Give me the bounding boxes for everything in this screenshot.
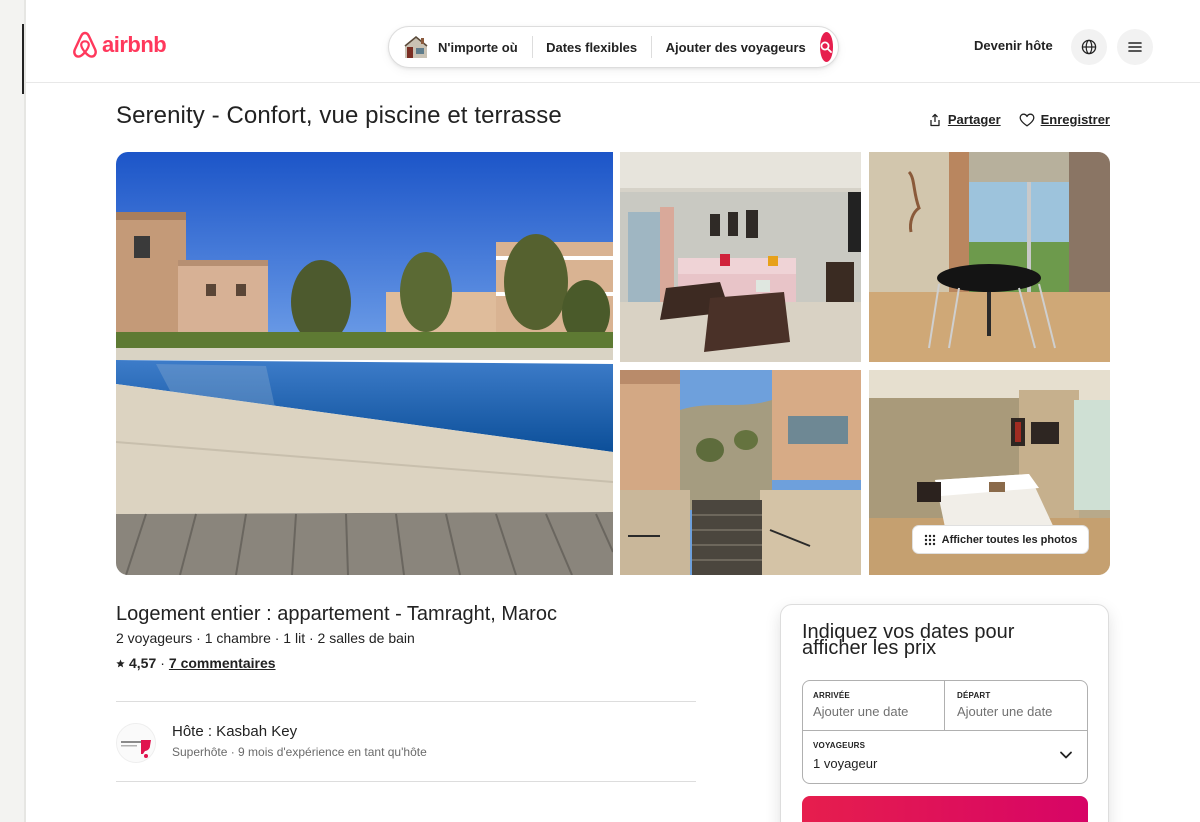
booking-title: Indiquez vos dates pour afficher les pri… bbox=[802, 621, 1015, 659]
chevron-down-icon bbox=[1060, 751, 1072, 759]
checkin-placeholder: Ajouter une date bbox=[813, 704, 909, 719]
share-button[interactable]: Partager bbox=[928, 112, 1001, 127]
top-header: airbnb N'importe où Dates flexibles Ajou… bbox=[26, 0, 1200, 83]
main-menu-button[interactable] bbox=[1117, 29, 1153, 65]
photo-exterior-stairs[interactable] bbox=[620, 370, 861, 575]
checkout-label: DÉPART bbox=[957, 691, 991, 700]
search-button[interactable] bbox=[819, 32, 833, 62]
listing-details: 2 voyageurs · 1 chambre · 1 lit · 2 sall… bbox=[116, 630, 415, 646]
star-icon bbox=[116, 658, 125, 667]
checkout-field[interactable]: DÉPART Ajouter une date bbox=[945, 681, 1087, 731]
host-meta: Superhôte · 9 mois d'expérience en tant … bbox=[172, 745, 427, 759]
become-host-link[interactable]: Devenir hôte bbox=[974, 38, 1053, 53]
share-label: Partager bbox=[947, 112, 1001, 127]
divider bbox=[116, 701, 696, 702]
show-all-photos-label: Afficher toutes les photos bbox=[941, 533, 1078, 546]
search-guests[interactable]: Ajouter des voyageurs bbox=[652, 40, 820, 55]
house-icon bbox=[403, 35, 429, 59]
globe-icon bbox=[1081, 39, 1097, 55]
grid-icon bbox=[924, 534, 935, 545]
photo-dining[interactable] bbox=[869, 152, 1110, 362]
title-actions: Partager Enregistrer bbox=[928, 112, 1110, 127]
reviews-link[interactable]: 7 commentaires bbox=[169, 655, 276, 671]
search-where[interactable]: N'importe où bbox=[429, 40, 532, 55]
save-label: Enregistrer bbox=[1040, 112, 1110, 127]
logo-text: airbnb bbox=[102, 32, 167, 57]
window-edge bbox=[24, 0, 26, 822]
photo-gallery: Afficher toutes les photos bbox=[116, 152, 1110, 575]
divider bbox=[116, 781, 696, 782]
checkout-placeholder: Ajouter une date bbox=[957, 704, 1053, 719]
guests-value: 1 voyageur bbox=[813, 756, 878, 771]
search-icon bbox=[820, 41, 833, 53]
photo-main-pool[interactable] bbox=[116, 152, 613, 575]
dates-guests-box: ARRIVÉE Ajouter une date DÉPART Ajouter … bbox=[802, 680, 1088, 784]
left-window-strip bbox=[0, 0, 26, 822]
booking-card: Indiquez vos dates pour afficher les pri… bbox=[780, 604, 1109, 822]
listing-subtitle: Logement entier : appartement - Tamraght… bbox=[116, 603, 557, 625]
listing-title: Serenity - Confort, vue piscine et terra… bbox=[116, 102, 562, 129]
language-button[interactable] bbox=[1071, 29, 1107, 65]
rating-separator: · bbox=[160, 655, 165, 671]
checkin-field[interactable]: ARRIVÉE Ajouter une date bbox=[803, 681, 945, 731]
share-icon bbox=[930, 113, 940, 126]
check-availability-button[interactable] bbox=[802, 796, 1088, 822]
search-bar[interactable]: N'importe où Dates flexibles Ajouter des… bbox=[388, 26, 839, 68]
dates-row: ARRIVÉE Ajouter une date DÉPART Ajouter … bbox=[803, 681, 1087, 731]
show-all-photos-button[interactable]: Afficher toutes les photos bbox=[912, 525, 1089, 554]
save-button[interactable]: Enregistrer bbox=[1019, 112, 1110, 127]
checkin-label: ARRIVÉE bbox=[813, 691, 850, 700]
rating-row: 4,57 · 7 commentaires bbox=[116, 655, 276, 671]
host-name: Hôte : Kasbah Key bbox=[172, 723, 298, 740]
guests-select[interactable]: VOYAGEURS 1 voyageur bbox=[803, 731, 1087, 785]
guests-label: VOYAGEURS bbox=[813, 741, 866, 750]
heart-icon bbox=[1019, 113, 1035, 126]
airbnb-logo-icon bbox=[73, 31, 97, 58]
host-avatar[interactable] bbox=[116, 723, 156, 763]
search-dates[interactable]: Dates flexibles bbox=[532, 40, 651, 55]
photo-living-room[interactable] bbox=[620, 152, 861, 362]
menu-icon bbox=[1128, 42, 1142, 52]
airbnb-logo[interactable]: airbnb bbox=[72, 31, 167, 59]
rating-value: 4,57 bbox=[129, 655, 157, 671]
